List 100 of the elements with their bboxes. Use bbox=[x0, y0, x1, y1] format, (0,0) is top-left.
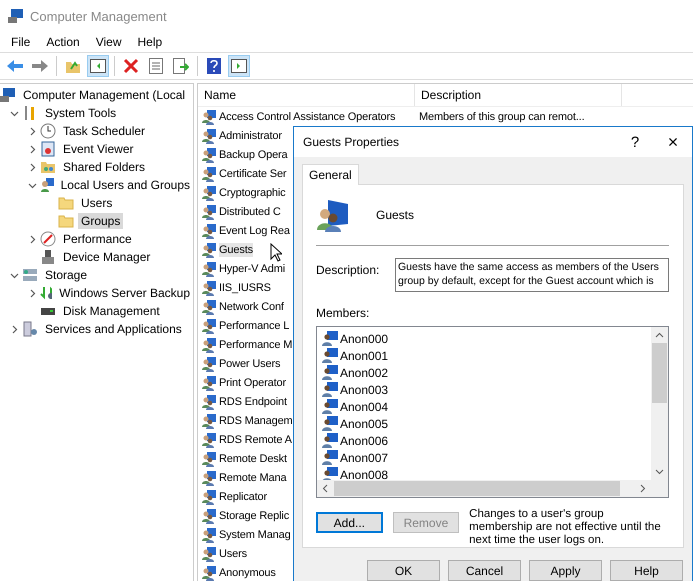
storage-icon bbox=[22, 267, 38, 283]
tree-item[interactable]: Device Manager bbox=[60, 249, 154, 265]
tree-item[interactable]: Storage bbox=[42, 267, 90, 283]
chevron-down-icon[interactable] bbox=[10, 270, 18, 280]
tree-item[interactable]: Shared Folders bbox=[60, 159, 148, 175]
member-name[interactable]: Anon005 bbox=[340, 416, 388, 430]
forward-arrow-icon bbox=[31, 59, 49, 73]
group-icon bbox=[201, 546, 217, 562]
membership-note: Changes to a user's group membership are not effective until the next time the user logs on. bbox=[469, 508, 662, 547]
group-name[interactable]: Storage Replic bbox=[219, 508, 290, 522]
group-icon bbox=[201, 242, 217, 258]
add-button[interactable]: Add... bbox=[316, 512, 383, 533]
group-name[interactable]: Backup Opera bbox=[219, 148, 288, 162]
dialog-title: Guests Properties bbox=[303, 135, 400, 149]
group-name[interactable]: Administrator bbox=[219, 128, 282, 142]
group-name[interactable]: Distributed C bbox=[219, 204, 281, 218]
chevron-down-icon[interactable] bbox=[10, 108, 18, 118]
tree-item[interactable]: Services and Applications bbox=[42, 321, 185, 337]
group-name[interactable]: Performance L bbox=[219, 318, 290, 332]
tree-item[interactable]: Groups bbox=[78, 213, 124, 229]
group-icon bbox=[201, 280, 217, 296]
group-name[interactable]: Replicator bbox=[219, 490, 268, 504]
group-name[interactable]: Remote Deskt bbox=[219, 452, 287, 466]
group-name[interactable]: Hyper-V Admi bbox=[219, 262, 286, 276]
user-icon bbox=[322, 450, 338, 465]
tree-item[interactable]: Users bbox=[78, 195, 116, 211]
group-name[interactable]: Power Users bbox=[219, 356, 280, 370]
tree-item[interactable]: Local Users and Groups bbox=[58, 177, 193, 193]
chevron-right-icon[interactable] bbox=[28, 288, 36, 298]
tree-item[interactable]: Windows Server Backup bbox=[56, 285, 193, 301]
menu-item[interactable]: View bbox=[88, 35, 130, 49]
member-name[interactable]: Anon007 bbox=[340, 450, 388, 464]
member-name[interactable]: Anon006 bbox=[340, 434, 388, 448]
menu-item[interactable]: File bbox=[3, 35, 38, 49]
dialog-button[interactable]: Apply bbox=[529, 560, 602, 581]
group-name[interactable]: Guests bbox=[219, 242, 253, 256]
column-header[interactable]: Name bbox=[198, 84, 415, 106]
group-icon bbox=[201, 166, 217, 182]
member-name[interactable]: Anon004 bbox=[340, 400, 388, 414]
group-name[interactable]: Event Log Rea bbox=[219, 224, 290, 238]
dialog-button[interactable]: OK bbox=[367, 560, 440, 581]
group-name[interactable]: RDS Remote A bbox=[219, 432, 292, 446]
group-name[interactable]: Cryptographic bbox=[219, 186, 286, 200]
menu-item[interactable]: Action bbox=[38, 35, 88, 49]
group-name[interactable]: RDS Managem bbox=[219, 414, 293, 428]
user-icon bbox=[322, 399, 338, 414]
group-icon bbox=[201, 564, 217, 580]
clock-icon bbox=[40, 123, 56, 139]
chevron-right-icon[interactable] bbox=[28, 234, 36, 244]
menu-item[interactable]: Help bbox=[130, 35, 170, 49]
member-name[interactable]: Anon003 bbox=[340, 382, 388, 396]
device-icon bbox=[40, 249, 56, 265]
chevron-down-icon[interactable] bbox=[28, 180, 36, 190]
column-header[interactable]: Description bbox=[415, 84, 622, 106]
group-icon bbox=[201, 488, 217, 504]
toolbar-button[interactable] bbox=[87, 55, 109, 77]
group-name[interactable]: Certificate Ser bbox=[219, 166, 286, 180]
help-icon bbox=[207, 58, 221, 74]
group-icon bbox=[201, 128, 217, 144]
group-icon bbox=[201, 374, 217, 390]
dialog-button[interactable]: Help bbox=[610, 560, 683, 581]
group-name[interactable]: System Manag bbox=[219, 528, 291, 542]
member-name[interactable]: Anon001 bbox=[340, 348, 388, 362]
server-icon bbox=[22, 321, 38, 337]
group-name[interactable]: IIS_IUSRS bbox=[219, 280, 271, 294]
folder-icon bbox=[58, 213, 74, 229]
group-icon bbox=[201, 470, 217, 486]
member-name[interactable]: Anon002 bbox=[340, 366, 388, 380]
scrollbar-thumb[interactable] bbox=[652, 343, 667, 403]
group-name: Guests bbox=[376, 208, 414, 222]
back-arrow-icon bbox=[6, 59, 24, 73]
toolbar-button[interactable] bbox=[228, 55, 250, 77]
group-icon bbox=[201, 260, 217, 276]
group-icon bbox=[201, 412, 217, 428]
chevron-right-icon[interactable] bbox=[10, 324, 18, 334]
tree-item[interactable]: Disk Management bbox=[60, 303, 163, 319]
member-name[interactable]: Anon008 bbox=[340, 468, 388, 480]
description-field[interactable]: Guests have the same access as members of the Users group by default, except for the Guest account which is bbox=[395, 258, 669, 292]
toolbar-button[interactable] bbox=[170, 55, 192, 77]
tab[interactable]: General bbox=[302, 164, 359, 185]
group-name[interactable]: Anonymous bbox=[219, 566, 276, 580]
tree-item[interactable]: Performance bbox=[60, 231, 135, 247]
dialog-button[interactable]: Cancel bbox=[448, 560, 521, 581]
group-name[interactable]: RDS Endpoint bbox=[219, 394, 287, 408]
tree-item[interactable]: System Tools bbox=[42, 105, 120, 121]
tree-item[interactable]: Task Scheduler bbox=[60, 123, 148, 139]
scrollbar-thumb[interactable] bbox=[334, 481, 620, 496]
group-icon bbox=[201, 356, 217, 372]
tree-item[interactable]: Event Viewer bbox=[60, 141, 136, 157]
group-name[interactable]: Users bbox=[219, 546, 247, 560]
tree-item[interactable]: Computer Management (Local bbox=[20, 87, 188, 103]
group-name[interactable]: Network Conf bbox=[219, 300, 284, 314]
group-name[interactable]: Performance M bbox=[219, 338, 292, 352]
member-name[interactable]: Anon000 bbox=[340, 332, 388, 346]
panel-toggle-icon bbox=[90, 59, 106, 73]
group-name[interactable]: Print Operator bbox=[219, 376, 286, 390]
group-name[interactable]: Remote Mana bbox=[219, 470, 286, 484]
help-button[interactable]: ? bbox=[616, 127, 654, 157]
group-name[interactable]: Access Control Assistance Operators bbox=[219, 110, 396, 124]
close-button[interactable]: × bbox=[654, 127, 692, 157]
